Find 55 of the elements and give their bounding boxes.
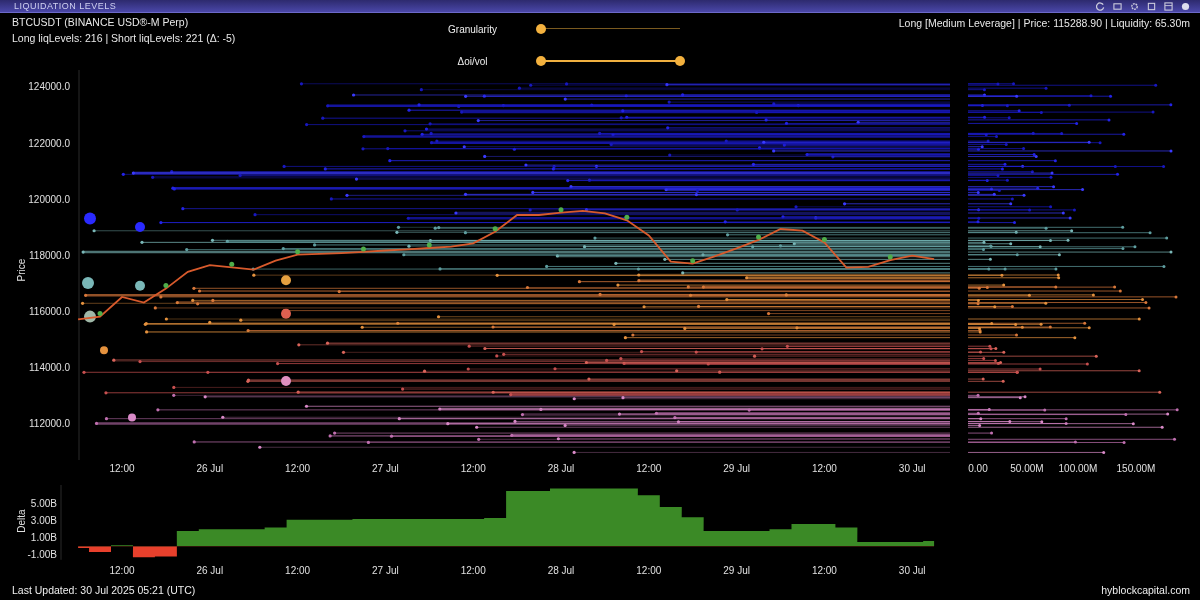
- y-axis-label: 124000.0: [28, 81, 70, 93]
- x-axis-label: 28 Jul: [547, 565, 575, 576]
- y-axis-label: 114000.0: [29, 361, 70, 373]
- y-axis-label: -1.00B: [27, 549, 57, 561]
- image-icon[interactable]: [1113, 1, 1122, 11]
- y-axis-label: 1.00B: [30, 532, 57, 544]
- x-axis-label: 100.00M: [1058, 463, 1098, 474]
- hover-info: Long [Medium Leverage] | Price: 115288.90 | Liquidity: 65.30m: [897, 16, 1190, 31]
- axis-title: Delta: [16, 509, 27, 533]
- source-link[interactable]: hyblockcapital.com: [1101, 583, 1190, 596]
- x-axis-label: 12:00: [285, 565, 311, 576]
- y-axis-label: 122000.0: [28, 137, 70, 149]
- x-axis-label: 12:00: [811, 565, 837, 576]
- x-axis-label: 26 Jul: [196, 463, 224, 474]
- symbol-title: BTCUSDT (BINANCE USD®-M Perp): [12, 15, 190, 30]
- y-axis-label: 116000.0: [29, 305, 70, 317]
- x-axis-label: 12:00: [109, 565, 135, 576]
- slider-thumb[interactable]: [536, 24, 546, 34]
- x-axis-label: 150.00M: [1116, 463, 1156, 474]
- x-axis-label: 29 Jul: [723, 463, 750, 474]
- x-axis-label: 27 Jul: [372, 463, 399, 474]
- x-axis-label: 0.00: [968, 463, 988, 474]
- axis-title: Price: [16, 258, 27, 282]
- slider-label: Δoi/vol: [456, 55, 489, 67]
- panel-title: LIQUIDATION LEVELS: [14, 1, 117, 11]
- x-axis-label: 28 Jul: [547, 463, 575, 474]
- window-icon[interactable]: [1164, 1, 1173, 11]
- x-axis-label: 30 Jul: [898, 565, 926, 576]
- x-axis-label: 12:00: [460, 463, 486, 474]
- slider-thumb[interactable]: [675, 56, 685, 66]
- x-axis-label: 26 Jul: [196, 565, 224, 576]
- y-axis-label: 112000.0: [29, 417, 70, 429]
- x-axis-label: 12:00: [109, 463, 135, 474]
- x-axis-label: 27 Jul: [372, 565, 399, 576]
- gear-icon[interactable]: [1130, 1, 1139, 11]
- square-icon[interactable]: [1147, 1, 1156, 11]
- x-axis-label: 12:00: [636, 463, 662, 474]
- x-axis-label: 12:00: [811, 463, 837, 474]
- y-axis-label: 5.00B: [30, 498, 57, 510]
- slider-thumb[interactable]: [536, 56, 546, 66]
- x-axis-label: 12:00: [636, 565, 662, 576]
- x-axis-label: 30 Jul: [898, 463, 926, 474]
- x-axis-label: 50.00M: [1010, 463, 1044, 474]
- slider-track[interactable]: [536, 56, 685, 66]
- y-axis-label: 120000.0: [28, 193, 70, 205]
- y-axis-label: 3.00B: [30, 515, 57, 527]
- y-axis-label: 118000.0: [29, 249, 70, 261]
- refresh-icon[interactable]: [1096, 1, 1105, 11]
- x-axis-label: 12:00: [285, 463, 311, 474]
- x-axis-label: 29 Jul: [723, 565, 750, 576]
- x-axis-label: 12:00: [460, 565, 486, 576]
- slider-label: Granularity: [447, 23, 498, 35]
- level-counts: Long liqLevels: 216 | Short liqLevels: 221 (Δ: -5): [12, 31, 237, 46]
- last-updated: Last Updated: 30 Jul 2025 05:21 (UTC): [12, 583, 196, 596]
- circle-icon[interactable]: [1181, 1, 1190, 11]
